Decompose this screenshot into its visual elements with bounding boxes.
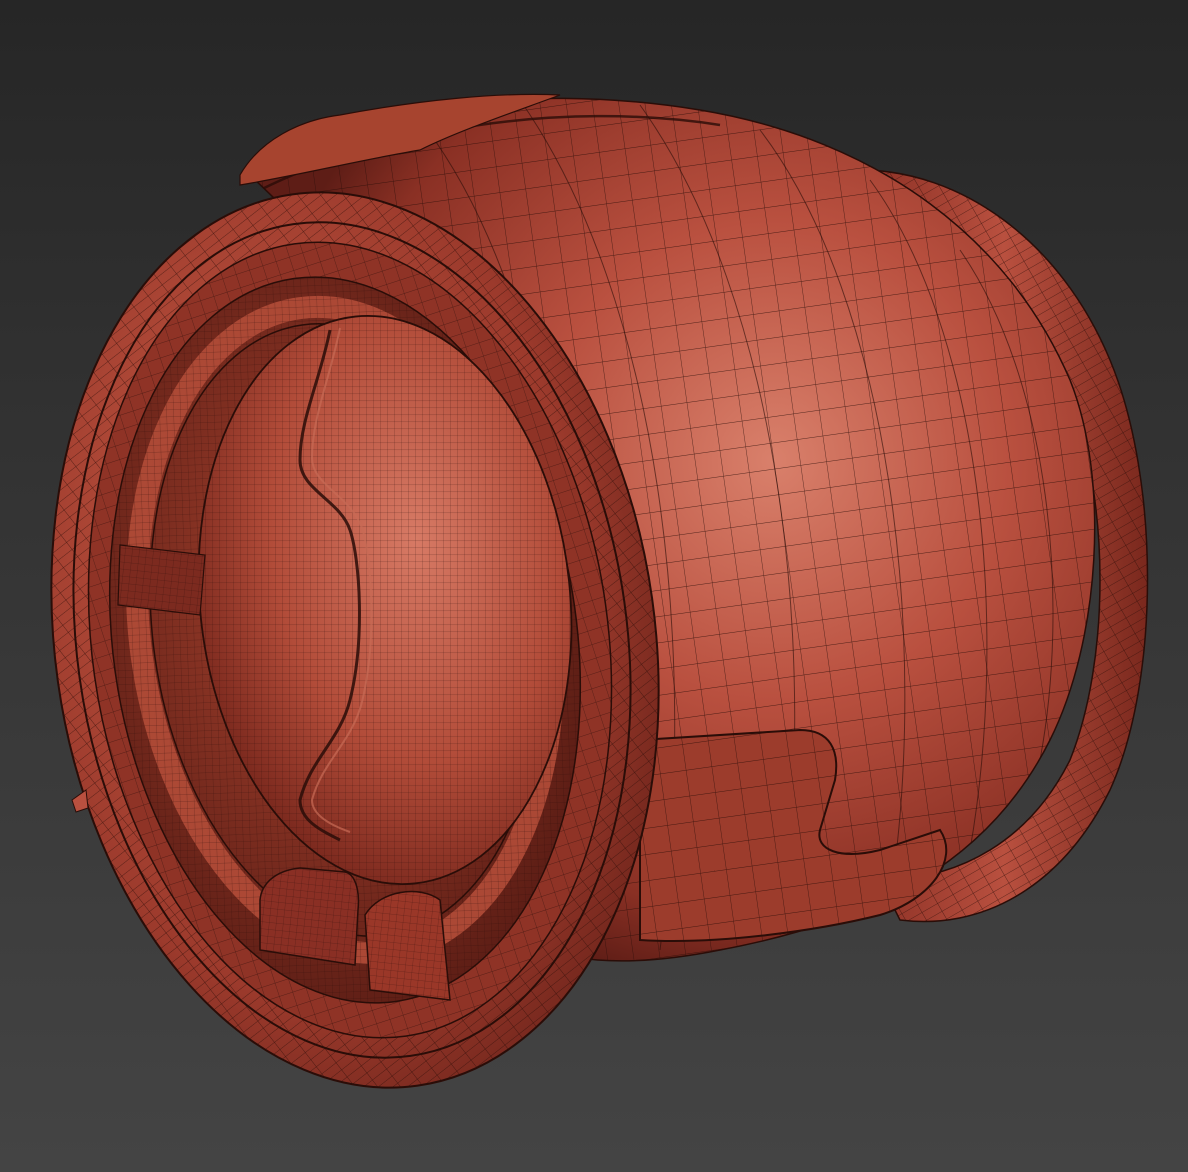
lip-clip-detail bbox=[71, 789, 89, 813]
engine-render bbox=[50, 93, 1149, 1089]
3d-viewport[interactable] bbox=[0, 0, 1188, 1172]
